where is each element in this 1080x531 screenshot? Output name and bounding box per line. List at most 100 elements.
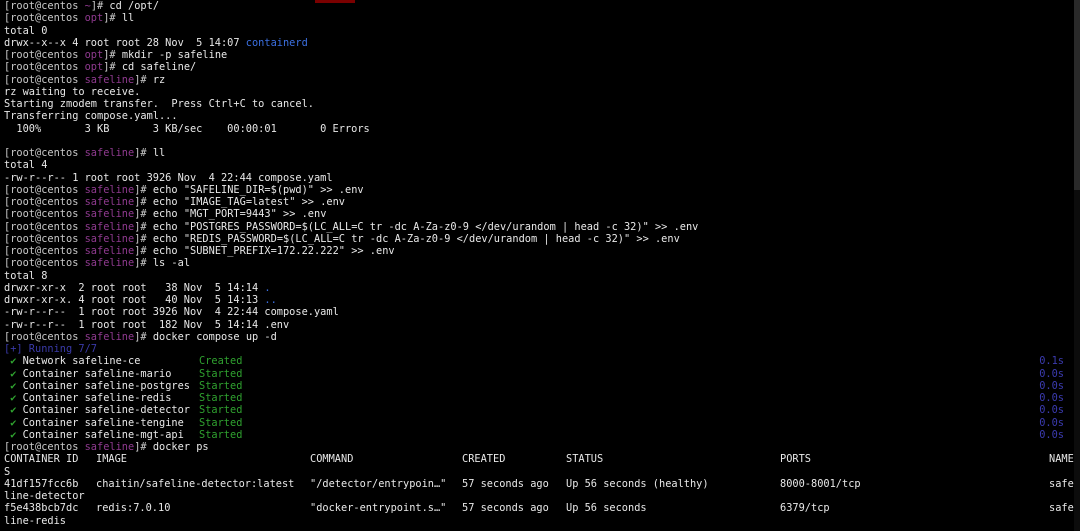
prompt-dir: safeline <box>84 147 135 159</box>
ps-cell-status: Up 56 seconds <box>566 502 647 515</box>
directory-name: containerd <box>245 36 308 49</box>
prompt-user: root@centos <box>10 49 79 61</box>
column-header: COMMAND <box>310 453 354 466</box>
resource-status: Started <box>199 367 243 380</box>
output-line: 100% 3 KB 3 KB/sec 00:00:01 0 Errors <box>4 123 1074 135</box>
ls-row-text: drwxr-xr-x. 4 root root 40 Nov 5 14:13 <box>4 294 265 306</box>
elapsed-time: 0.0s <box>1039 416 1064 429</box>
prompt-line: [root@centos safeline]# echo "IMAGE_TAG=… <box>4 196 1074 208</box>
prompt-bracket-close: ]# <box>134 73 153 86</box>
output-text: -rw-r--r-- 1 root root 3926 Nov 4 22:44 … <box>4 171 333 184</box>
command-text: rz <box>152 73 166 86</box>
resource-name: Container safeline-tengine <box>22 416 184 429</box>
resource-name: Network safeline-ce <box>22 355 141 368</box>
prompt-line: [root@centos safeline]# echo "SUBNET_PRE… <box>4 245 1074 257</box>
command-text: docker ps <box>152 441 209 453</box>
column-header: STATUS <box>566 453 604 466</box>
prompt-user: root@centos <box>10 12 79 25</box>
prompt-dir: safeline <box>84 232 135 245</box>
ls-output-line: drwx--x--x 4 root root 28 Nov 5 14:07 co… <box>4 37 1074 49</box>
ls-output-line: drwxr-xr-x 2 root root 38 Nov 5 14:14 . <box>4 282 1074 294</box>
prompt-line: [root@centos safeline]# rz <box>4 74 1074 86</box>
prompt-bracket-close: ]# <box>134 245 153 257</box>
prompt-dir: safeline <box>84 208 135 221</box>
resource-status: Started <box>199 416 243 429</box>
prompt-bracket-close: ]# <box>134 208 153 221</box>
terminal-window[interactable]: [root@centos ~]# cd /opt/[root@centos op… <box>0 0 1074 531</box>
prompt-line: [root@centos safeline]# ll <box>4 147 1074 159</box>
prompt-bracket-close: ]# <box>134 232 153 245</box>
prompt-user: root@centos <box>10 220 79 233</box>
wrapped-header-line: S <box>4 466 1074 478</box>
ps-cell-image: redis:7.0.10 <box>96 502 171 515</box>
compose-progress-row: ✔ Container safeline-detector Started 0.0s <box>4 404 1074 416</box>
prompt-user: root@centos <box>10 330 79 343</box>
prompt-line: [root@centos opt]# ll <box>4 12 1074 24</box>
prompt-line: [root@centos opt]# cd safeline/ <box>4 61 1074 73</box>
prompt-bracket-close: ]# <box>134 147 153 159</box>
prompt-dir: safeline <box>84 183 135 196</box>
prompt-line: [root@centos safeline]# echo "POSTGRES_P… <box>4 221 1074 233</box>
prompt-dir: opt <box>84 49 104 61</box>
scrollbar-thumb[interactable] <box>1074 0 1080 190</box>
prompt-dir: safeline <box>84 330 135 343</box>
column-header: CREATED <box>462 453 506 466</box>
resource-status: Created <box>199 355 243 368</box>
ls-row-text: drwx--x--x 4 root root 28 Nov 5 14:07 <box>4 36 246 49</box>
compose-progress-row: ✔ Container safeline-tengine Started 0.0s <box>4 417 1074 429</box>
prompt-bracket-close: ]# <box>134 257 153 270</box>
compose-running-line: [+] Running 7/7 <box>4 343 1074 355</box>
output-text: Starting zmodem transfer. Press Ctrl+C t… <box>4 98 314 110</box>
prompt-bracket-close: ]# <box>90 0 110 12</box>
prompt-line: [root@centos safeline]# docker ps <box>4 441 1074 453</box>
output-text: Transferring compose.yaml... <box>4 110 178 123</box>
output-text: rz waiting to receive. <box>4 85 141 98</box>
output-line: total 4 <box>4 159 1074 171</box>
ps-cell-image: chaitin/safeline-detector:latest <box>96 477 295 490</box>
scrollbar[interactable] <box>1074 0 1080 531</box>
column-header: NAME <box>1049 453 1074 466</box>
prompt-user: root@centos <box>10 257 79 270</box>
prompt-line: [root@centos safeline]# echo "REDIS_PASS… <box>4 233 1074 245</box>
compose-progress-row: ✔ Network safeline-ce Created 0.1s <box>4 355 1074 367</box>
column-header: IMAGE <box>96 453 127 466</box>
output-text: total 8 <box>4 269 48 282</box>
prompt-line: [root@centos safeline]# ls -al <box>4 257 1074 269</box>
column-header: CONTAINER ID <box>4 453 79 466</box>
prompt-user: root@centos <box>10 0 79 12</box>
command-text: cd /opt/ <box>109 0 160 12</box>
column-header: PORTS <box>780 453 811 466</box>
resource-status: Started <box>199 404 243 417</box>
ps-cell-name: safe <box>1049 502 1074 515</box>
resource-name: Container safeline-mgt-api <box>22 428 184 441</box>
output-line: Transferring compose.yaml... <box>4 110 1074 122</box>
elapsed-time: 0.0s <box>1039 404 1064 417</box>
prompt-dir: safeline <box>84 441 135 453</box>
command-text: mkdir -p safeline <box>121 49 228 61</box>
command-text: echo "POSTGRES_PASSWORD=$(LC_ALL=C tr -d… <box>152 220 699 233</box>
ls-output-line: -rw-r--r-- 1 root root 3926 Nov 4 22:44 … <box>4 306 1074 318</box>
prompt-dir: safeline <box>84 245 135 257</box>
wrapped-name-line: line-detector <box>4 490 1074 502</box>
output-text: line-detector <box>4 490 85 502</box>
compose-progress-row: ✔ Container safeline-redis Started 0.0s <box>4 392 1074 404</box>
ps-cell-command: "docker-entrypoint.s…" <box>310 502 447 515</box>
prompt-dir: safeline <box>84 73 135 86</box>
ps-data-row: 41df157fcc6b chaitin/safeline-detector:la… <box>4 478 1074 490</box>
prompt-bracket-close: ]# <box>134 441 153 453</box>
prompt-bracket-close: ]# <box>134 220 153 233</box>
prompt-user: root@centos <box>10 441 79 453</box>
command-text: ll <box>152 147 166 159</box>
file-name: . <box>264 281 271 294</box>
resource-status: Started <box>199 379 243 392</box>
ps-cell-ports: 6379/tcp <box>780 502 830 515</box>
ls-output-line: drwxr-xr-x. 4 root root 40 Nov 5 14:13 .… <box>4 294 1074 306</box>
elapsed-time: 0.0s <box>1039 392 1064 404</box>
prompt-user: root@centos <box>10 73 79 86</box>
prompt-user: root@centos <box>10 208 79 221</box>
prompt-bracket-close: ]# <box>134 183 153 196</box>
command-text: echo "SUBNET_PREFIX=172.22.222" >> .env <box>152 245 395 257</box>
resource-name: Container safeline-mario <box>22 367 172 380</box>
prompt-bracket-close: ]# <box>134 196 153 208</box>
ps-data-row: f5e438bcb7dc redis:7.0.10 "docker-entrypoi… <box>4 502 1074 514</box>
